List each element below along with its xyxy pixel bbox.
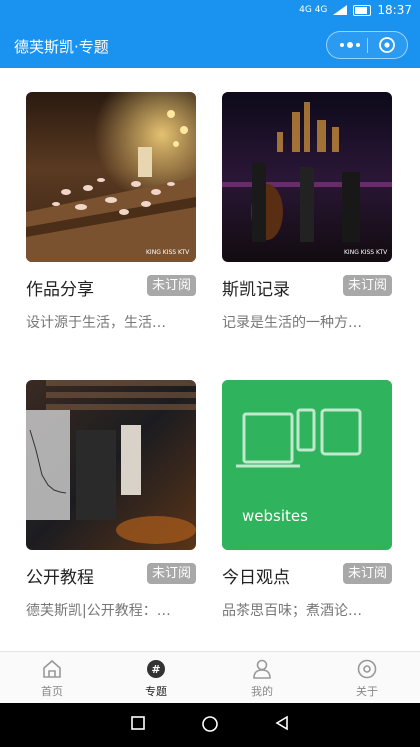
clock: 18:37 <box>377 3 412 17</box>
tab-about[interactable]: 关于 <box>337 658 397 699</box>
tab-topics[interactable]: # 专题 <box>126 658 186 699</box>
hashtag-icon: # <box>147 660 165 678</box>
tab-home[interactable]: 首页 <box>22 658 82 699</box>
topic-description: 品茶思百味；煮酒论… <box>222 603 362 619</box>
topic-description: 德芙斯凯|公开教程：… <box>26 603 171 619</box>
tab-label: 关于 <box>356 685 378 698</box>
more-menu-button[interactable] <box>335 32 365 58</box>
system-nav-bar <box>0 703 420 747</box>
topic-title: 作品分享 <box>26 280 94 300</box>
topic-image <box>26 380 196 550</box>
subscribe-badge[interactable]: 未订阅 <box>146 563 196 584</box>
home-icon <box>43 659 61 678</box>
topic-description: 记录是生活的一种方… <box>222 315 362 331</box>
tab-mine[interactable]: 我的 <box>232 658 292 699</box>
topic-image: KING KISS KTV <box>222 92 392 262</box>
nav-header: 德芙斯凯·专题 <box>0 22 420 68</box>
topic-title: 斯凯记录 <box>222 280 290 300</box>
topic-title: 公开教程 <box>26 568 94 588</box>
svg-text:KING KISS KTV: KING KISS KTV <box>146 249 190 256</box>
user-icon <box>253 659 271 679</box>
page-title: 德芙斯凯·专题 <box>14 38 109 56</box>
svg-text:websites: websites <box>242 507 308 525</box>
tab-label: 专题 <box>145 685 167 698</box>
network-indicator: 4G 4G <box>299 5 328 15</box>
about-icon <box>357 659 377 679</box>
capsule-divider <box>367 38 368 53</box>
topic-description: 设计源于生活，生活… <box>26 315 166 331</box>
close-mini-program-button[interactable] <box>374 35 400 55</box>
tab-label: 首页 <box>41 685 63 698</box>
signal-icon <box>333 5 348 15</box>
topic-image: websites <box>222 380 392 550</box>
home-circle-icon[interactable] <box>201 715 219 733</box>
status-bar: 4G 4G 18:37 <box>0 0 420 22</box>
tab-label: 我的 <box>251 685 273 698</box>
svg-text:KING KISS KTV: KING KISS KTV <box>344 249 388 256</box>
back-triangle-icon[interactable] <box>274 715 290 731</box>
bottom-tab-bar: 首页 # 专题 我的 关于 <box>0 651 420 704</box>
subscribe-badge[interactable]: 未订阅 <box>342 563 392 584</box>
mini-program-capsule <box>326 31 408 59</box>
topic-title: 今日观点 <box>222 568 290 588</box>
subscribe-badge[interactable]: 未订阅 <box>342 275 392 296</box>
topic-image: KING KISS KTV <box>26 92 196 262</box>
svg-text:#: # <box>151 663 160 676</box>
battery-icon <box>353 4 372 16</box>
subscribe-badge[interactable]: 未订阅 <box>146 275 196 296</box>
recents-icon[interactable] <box>130 715 146 731</box>
close-circle-icon <box>379 37 395 53</box>
